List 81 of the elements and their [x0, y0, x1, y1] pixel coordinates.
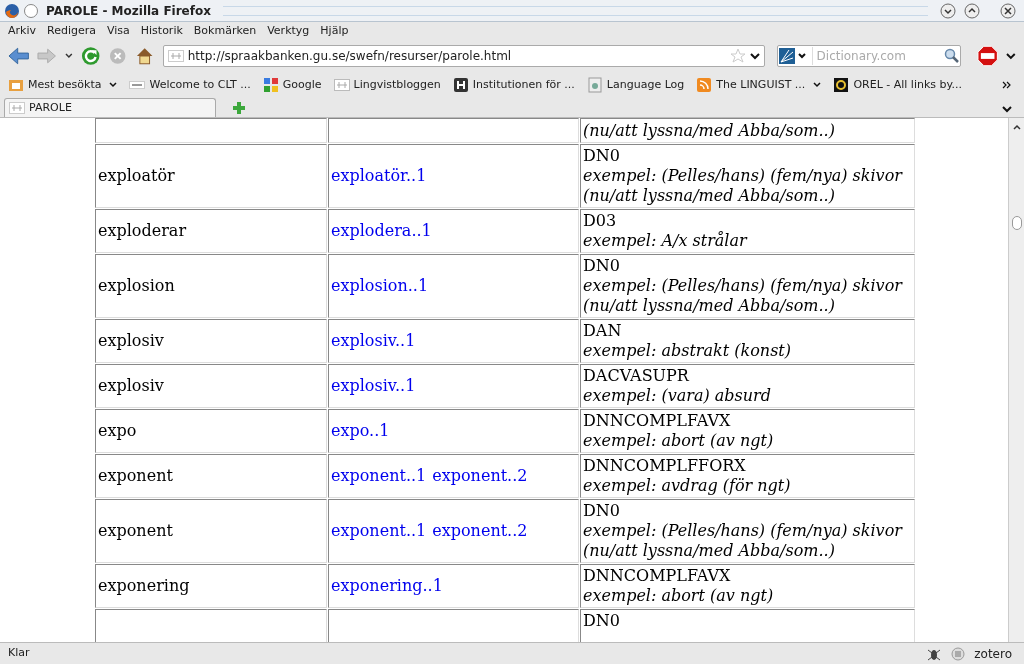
- table-cell: (nu/att lyssna/med Abba/som..): [580, 118, 915, 143]
- table-cell: DACVASUPR exempel: (vara) absurd: [580, 364, 915, 408]
- menu-item[interactable]: Verktyg: [267, 22, 310, 40]
- bookmark-item[interactable]: Language Log: [586, 76, 685, 94]
- table-cell: DNNCOMPLFAVX exempel: abort (av ngt): [580, 409, 915, 453]
- site-icon: [9, 102, 25, 114]
- home-icon[interactable]: [135, 46, 155, 66]
- dropdown-icon[interactable]: [749, 52, 760, 60]
- bookmark-item[interactable]: Lingvistbloggen: [333, 76, 441, 94]
- rss-icon: [696, 77, 713, 93]
- table-cell: expo: [95, 409, 327, 453]
- grid-icon: [262, 77, 279, 93]
- stop-sign-icon[interactable]: [976, 45, 999, 67]
- bookmark-item[interactable]: Institutionen för ...: [452, 76, 575, 94]
- window-menu-icon[interactable]: [24, 3, 38, 18]
- sense-link[interactable]: exponent..1: [331, 466, 427, 485]
- tab[interactable]: PAROLE: [4, 98, 216, 117]
- scrollbar-thumb[interactable]: [1011, 216, 1022, 230]
- table-cell: D03 exempel: A/x strålar: [580, 209, 915, 253]
- circle-icon: [833, 77, 850, 93]
- back-icon[interactable]: [8, 47, 30, 65]
- address-field[interactable]: http://spraakbanken.gu.se/swefn/resurser/parole.html: [162, 45, 765, 67]
- sense-link[interactable]: explosion..1: [331, 276, 429, 295]
- scroll-up-icon[interactable]: [1012, 124, 1021, 130]
- menu-item[interactable]: Visa: [106, 22, 130, 40]
- table-cell: DN0 exempel: (Pelles/hans) (fem/nya) skivor (nu/att lyssna/med Abba/som..): [580, 499, 915, 563]
- site-icon: [333, 77, 350, 93]
- sense-link[interactable]: exponent..1: [331, 521, 427, 540]
- bookmark-item[interactable]: Welcome to CLT ...: [129, 76, 251, 94]
- menu-item[interactable]: Hjälp: [320, 22, 349, 40]
- table-cell: explosiv: [95, 364, 327, 408]
- reload-icon[interactable]: [80, 46, 100, 66]
- dropdown-icon[interactable]: [64, 53, 73, 59]
- status-text: Klar: [8, 645, 31, 662]
- dropdown-icon[interactable]: [1006, 52, 1016, 60]
- menu-item[interactable]: Historik: [140, 22, 183, 40]
- table-cell: DN0 exempel: (Pelles/hans) (fem/nya) skivor (nu/att lyssna/med Abba/som..): [580, 144, 915, 208]
- star-icon[interactable]: [729, 48, 746, 64]
- sense-link[interactable]: explodera..1: [331, 221, 432, 240]
- bookmark-item[interactable]: Google: [262, 76, 322, 94]
- overflow-icon[interactable]: [1002, 81, 1012, 89]
- table-cell: DAN exempel: abstrakt (konst): [580, 319, 915, 363]
- table-cell: exploatör: [95, 144, 327, 208]
- zotero-button[interactable]: zotero: [974, 644, 1012, 663]
- table-cell: exponering: [95, 564, 327, 608]
- bookmark-item[interactable]: Mest besökta: [8, 76, 118, 94]
- sense-link[interactable]: explosiv..1: [331, 331, 416, 350]
- minimize-button[interactable]: [940, 2, 956, 19]
- sense-link[interactable]: exponent..2: [432, 521, 528, 540]
- page-icon: [586, 77, 603, 93]
- table-cell: exponent: [95, 454, 327, 498]
- menu-item[interactable]: Arkiv: [8, 22, 36, 40]
- sense-link[interactable]: exponent..2: [432, 466, 528, 485]
- menu-item[interactable]: Bokmärken: [193, 22, 257, 40]
- search-engine-icon[interactable]: [777, 47, 808, 65]
- sense-link[interactable]: explosiv..1: [331, 376, 416, 395]
- search-icon[interactable]: [943, 48, 960, 64]
- bookmark-item[interactable]: The LINGUIST ...: [696, 76, 822, 94]
- table-cell: DNNCOMPLFFORX exempel: avdrag (för ngt): [580, 454, 915, 498]
- table-cell: explosiv: [95, 319, 327, 363]
- table-cell: exploderar: [95, 209, 327, 253]
- tab-list-icon[interactable]: [1002, 105, 1012, 113]
- sense-link[interactable]: exploatör..1: [331, 166, 427, 185]
- sense-link[interactable]: exponering..1: [331, 576, 443, 595]
- folder-icon: [8, 77, 24, 93]
- table-cell: exponent: [95, 499, 327, 563]
- window-title: PAROLE - Mozilla Firefox: [46, 2, 211, 20]
- scrollbar[interactable]: [1008, 118, 1024, 642]
- table-cell: explosion: [95, 254, 327, 318]
- site-icon: [167, 50, 184, 62]
- table-cell: DN0 exempel: (Pelles/hans) (fem/nya) skivor (nu/att lyssna/med Abba/som..): [580, 254, 915, 318]
- firefox-icon: [4, 2, 20, 19]
- bookmark-item[interactable]: OREL - All links by...: [833, 76, 962, 94]
- search-field[interactable]: Dictionary.com: [776, 45, 961, 67]
- site-icon: [452, 77, 469, 93]
- close-button[interactable]: [1000, 2, 1016, 19]
- menu-item[interactable]: Redigera: [47, 22, 96, 40]
- sense-link[interactable]: expo..1: [331, 421, 390, 440]
- table-cell: DNNCOMPLFAVX exempel: abort (av ngt): [580, 564, 915, 608]
- table-cell: DN0: [580, 609, 915, 642]
- maximize-button[interactable]: [964, 2, 980, 19]
